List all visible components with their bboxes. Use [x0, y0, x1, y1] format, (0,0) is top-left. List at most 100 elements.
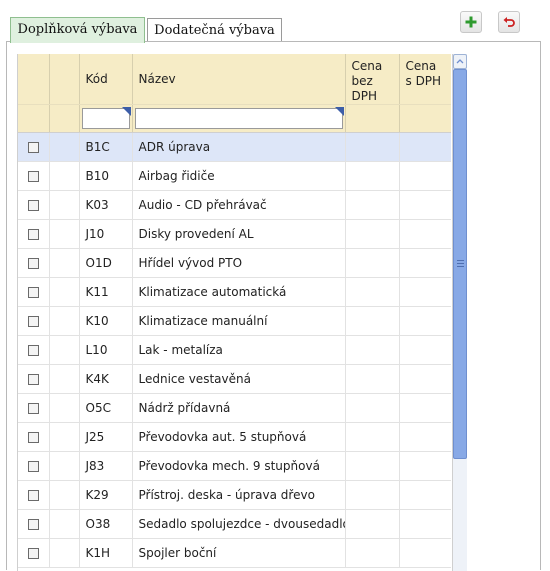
header-name[interactable]: Název [132, 54, 346, 105]
row-select-cell [18, 538, 50, 568]
row-checkbox[interactable] [27, 345, 39, 356]
row-select-cell [18, 161, 50, 191]
table-row[interactable]: O1D Hřídel vývod PTO [18, 248, 451, 278]
row-price-net [345, 451, 400, 481]
scroll-thumb[interactable] [453, 69, 467, 459]
table-row[interactable]: J25 Převodovka aut. 5 stupňová [18, 422, 451, 452]
header-price-net[interactable]: Cena bez DPH [345, 54, 400, 105]
filter-menu-icon[interactable] [334, 107, 344, 116]
row-price-gross [399, 161, 451, 191]
table-row[interactable]: O38 Sedadlo spolujezdce - dvousedadlo [18, 509, 451, 539]
header-price-net-line1: Cena [351, 59, 383, 73]
name-filter-input[interactable] [134, 108, 343, 129]
row-checkbox[interactable] [27, 403, 39, 414]
filter-empty-3 [345, 104, 400, 133]
row-name: Lak - metalíza [132, 335, 346, 365]
row-checkbox[interactable] [27, 490, 39, 501]
filter-row [18, 104, 451, 133]
row-name: Spojler boční [132, 538, 346, 568]
row-checkbox[interactable] [27, 200, 39, 211]
filter-menu-icon[interactable] [121, 107, 131, 116]
tab-doplnkova-vybava[interactable]: Doplňková výbava [10, 17, 145, 43]
table-row[interactable]: L10 Lak - metalíza [18, 335, 451, 365]
table-row[interactable]: B10 Airbag řidiče [18, 161, 451, 191]
row-select-cell [18, 277, 50, 307]
scroll-up-button[interactable] [453, 54, 467, 69]
table-row[interactable]: B1C ADR úprava [18, 132, 451, 162]
row-name: Klimatizace automatická [132, 277, 346, 307]
row-select-cell [18, 422, 50, 452]
row-blank-cell [49, 538, 80, 568]
row-code: K11 [79, 277, 133, 307]
equipment-panel: Kód Název Cena bez DPH Cena s DPH B1C AD… [6, 41, 541, 571]
row-checkbox[interactable] [27, 374, 39, 385]
equipment-grid: Kód Název Cena bez DPH Cena s DPH B1C AD… [17, 54, 451, 571]
table-row[interactable]: J83 Převodovka mech. 9 stupňová [18, 451, 451, 481]
row-price-gross [399, 248, 451, 278]
row-checkbox[interactable] [27, 432, 39, 443]
vertical-scrollbar[interactable] [452, 54, 467, 571]
row-price-net [345, 422, 400, 452]
row-price-gross [399, 132, 451, 162]
row-blank-cell [49, 248, 80, 278]
row-blank-cell [49, 509, 80, 539]
row-price-gross [399, 451, 451, 481]
row-blank-cell [49, 219, 80, 249]
row-checkbox[interactable] [27, 258, 39, 269]
row-code: J10 [79, 219, 133, 249]
filter-code-cell [79, 104, 133, 133]
row-code: B1C [79, 132, 133, 162]
row-name: Sedadlo spolujezdce - dvousedadlo [132, 509, 346, 539]
row-blank-cell [49, 306, 80, 336]
table-row[interactable]: K1H Spojler boční [18, 538, 451, 568]
header-code[interactable]: Kód [79, 54, 133, 105]
row-code: K4K [79, 364, 133, 394]
row-select-cell [18, 248, 50, 278]
filter-empty-4 [399, 104, 451, 133]
grid-body: B1C ADR úprava B10 Airbag řidiče K03 Audio - … [18, 132, 451, 568]
tab-dodatecna-vybava[interactable]: Dodatečná výbava [147, 18, 282, 42]
table-row[interactable]: K11 Klimatizace automatická [18, 277, 451, 307]
row-select-cell [18, 132, 50, 162]
row-code: B10 [79, 161, 133, 191]
row-checkbox[interactable] [27, 171, 39, 182]
row-checkbox[interactable] [27, 548, 39, 559]
row-blank-cell [49, 364, 80, 394]
row-checkbox[interactable] [27, 287, 39, 298]
row-blank-cell [49, 190, 80, 220]
header-price-gross[interactable]: Cena s DPH [399, 54, 451, 105]
row-select-cell [18, 509, 50, 539]
row-checkbox[interactable] [27, 519, 39, 530]
table-row[interactable]: K4K Lednice vestavěná [18, 364, 451, 394]
undo-button[interactable] [498, 11, 520, 33]
row-price-net [345, 480, 400, 510]
table-row[interactable]: K03 Audio - CD přehrávač [18, 190, 451, 220]
row-price-gross [399, 422, 451, 452]
row-checkbox[interactable] [27, 229, 39, 240]
row-code: K1H [79, 538, 133, 568]
table-row[interactable]: O5C Nádrž přídavná [18, 393, 451, 423]
row-blank-cell [49, 422, 80, 452]
row-checkbox[interactable] [27, 461, 39, 472]
row-name: Přístroj. deska - úprava dřevo [132, 480, 346, 510]
add-button[interactable] [460, 11, 482, 33]
row-select-cell [18, 451, 50, 481]
header-row: Kód Název Cena bez DPH Cena s DPH [18, 54, 451, 105]
header-blank [49, 54, 80, 105]
row-checkbox[interactable] [27, 142, 39, 153]
header-price-net-line2: bez DPH [351, 74, 378, 103]
row-code: K10 [79, 306, 133, 336]
table-row[interactable]: K10 Klimatizace manuální [18, 306, 451, 336]
row-price-net [345, 306, 400, 336]
row-name: Převodovka mech. 9 stupňová [132, 451, 346, 481]
row-checkbox[interactable] [27, 316, 39, 327]
row-code: O5C [79, 393, 133, 423]
filter-empty-2 [49, 104, 80, 133]
row-price-net [345, 132, 400, 162]
table-row[interactable]: K29 Přístroj. deska - úprava dřevo [18, 480, 451, 510]
row-price-net [345, 364, 400, 394]
table-row[interactable]: J10 Disky provedení AL [18, 219, 451, 249]
filter-empty-1 [18, 104, 50, 133]
row-name: Převodovka aut. 5 stupňová [132, 422, 346, 452]
row-price-gross [399, 190, 451, 220]
